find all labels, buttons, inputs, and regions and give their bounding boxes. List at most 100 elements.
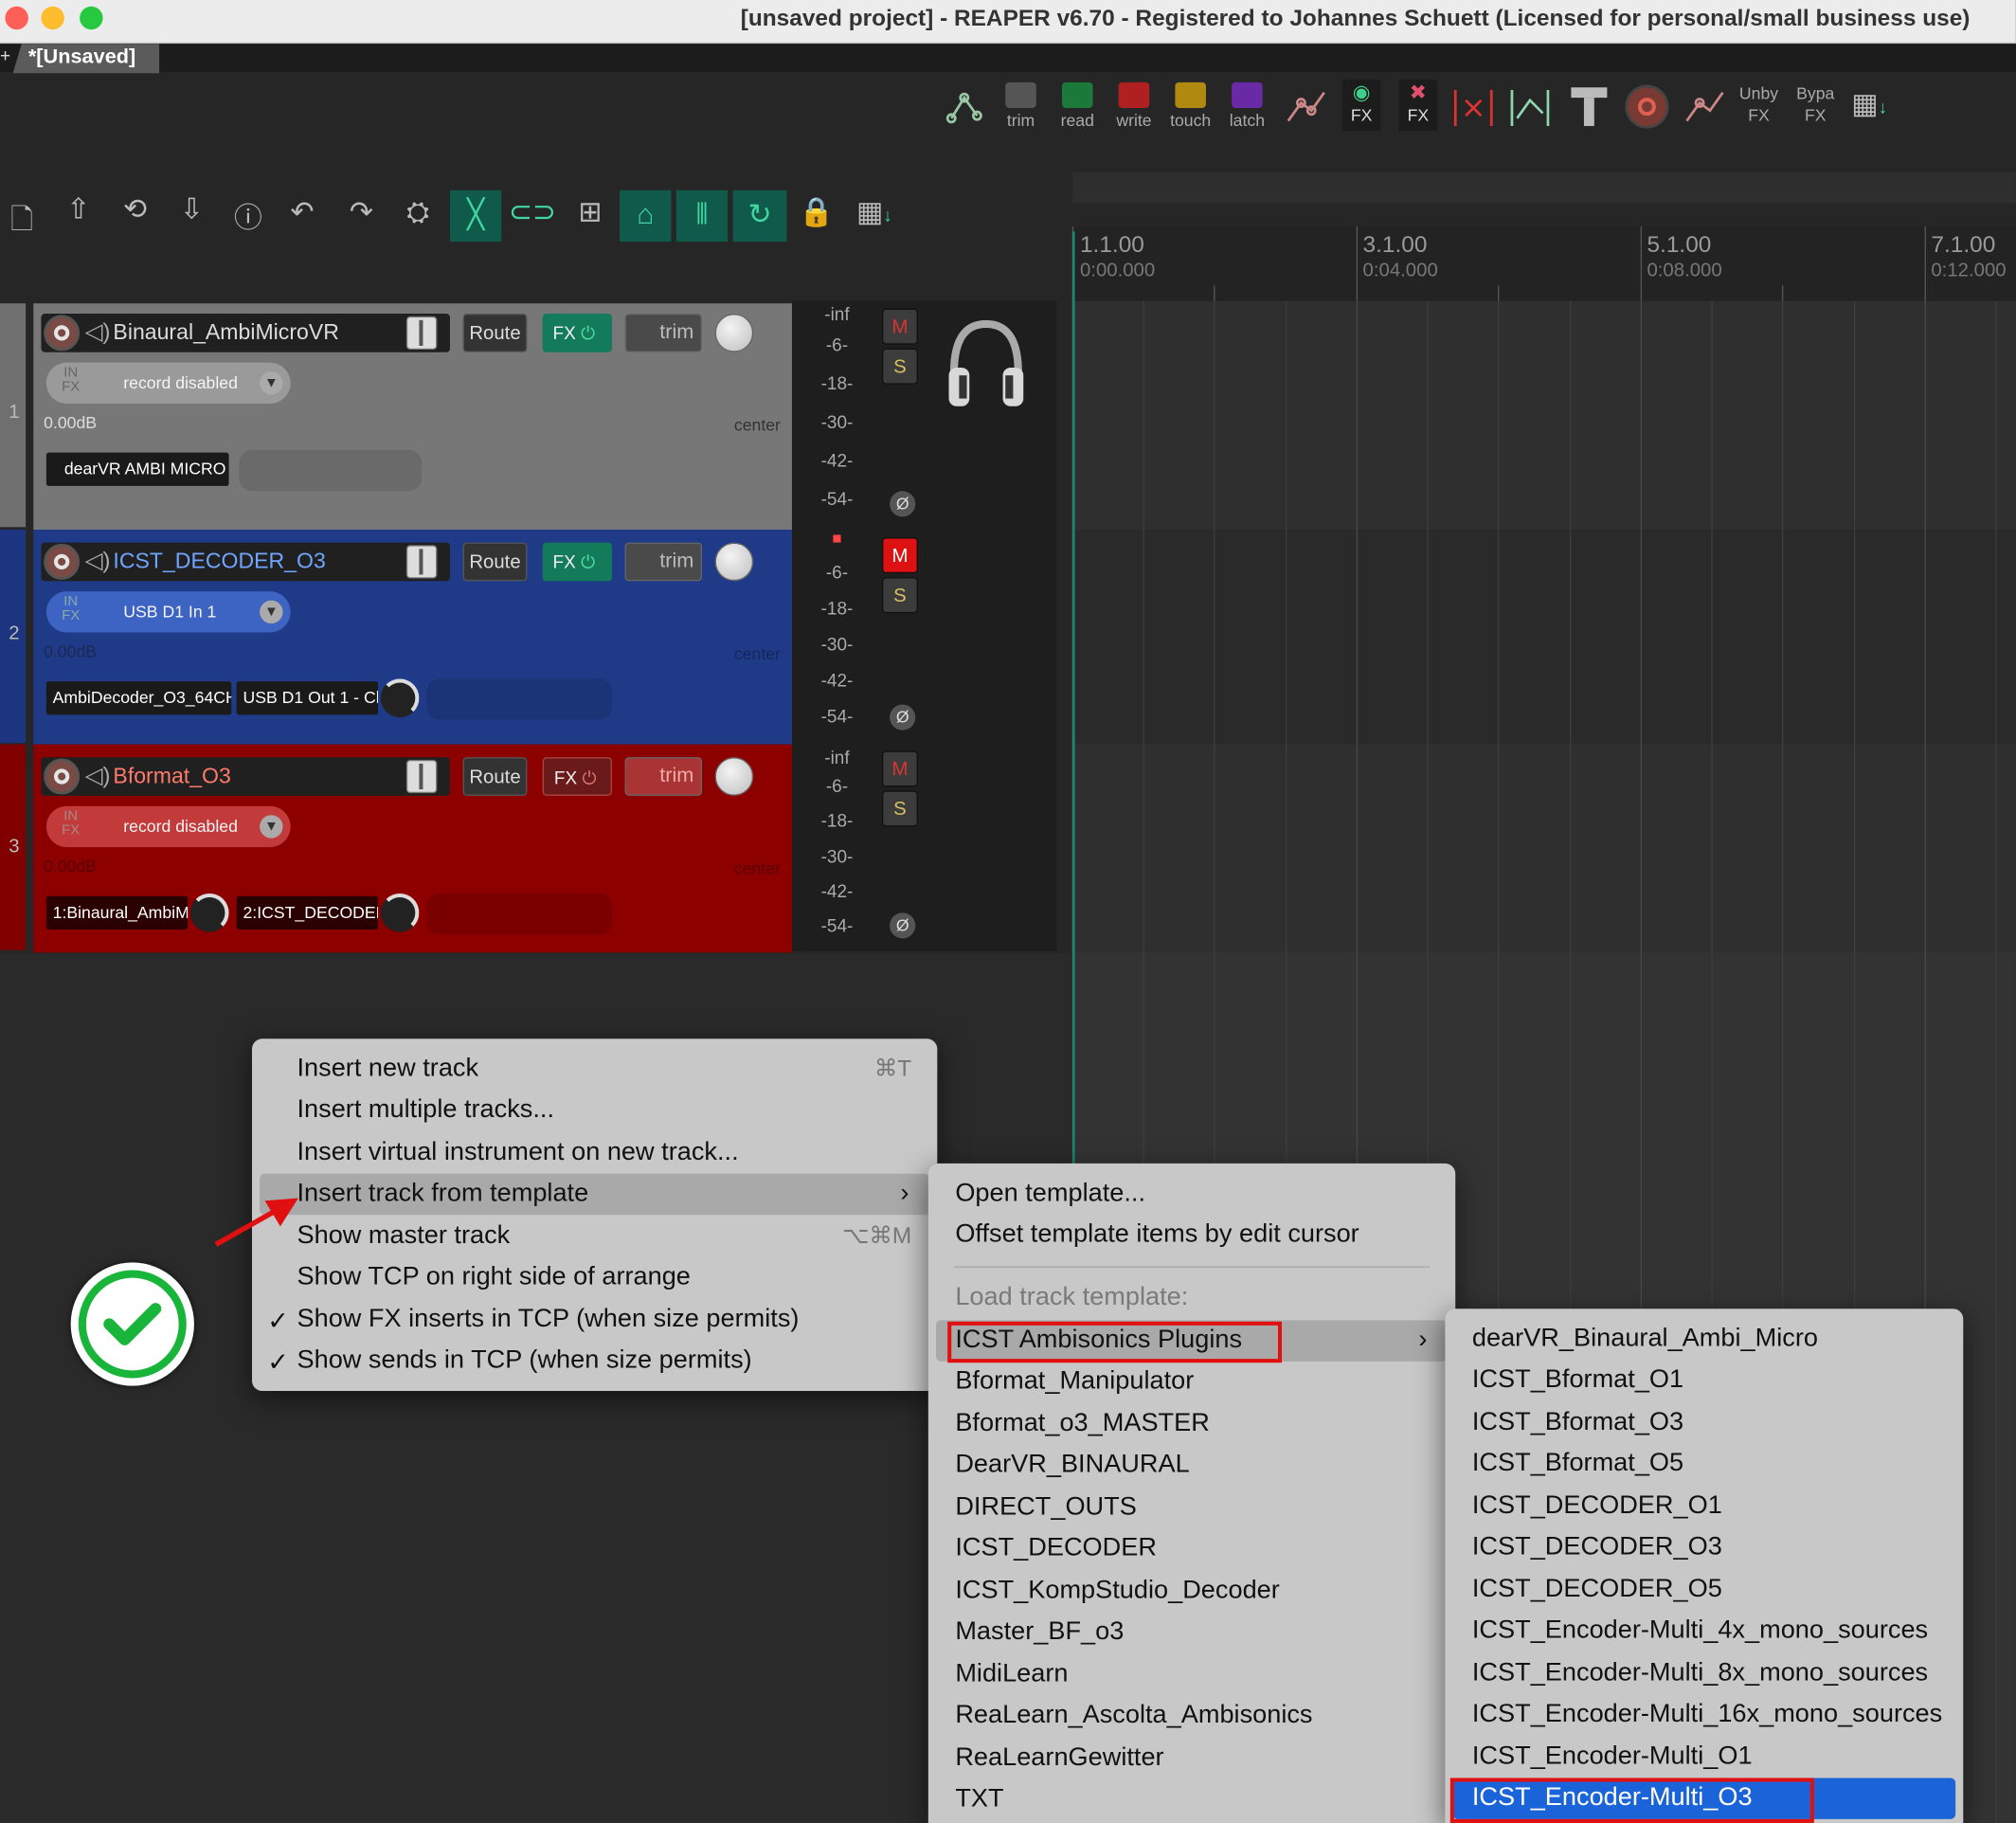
ripple-edit-icon[interactable]: ⌂ xyxy=(620,190,672,243)
send-volume-knob[interactable] xyxy=(380,893,420,932)
send-slot[interactable]: 2:ICST_DECODER xyxy=(236,895,378,930)
menu-item-template[interactable]: TXT xyxy=(928,1779,1455,1820)
menu-item-track-template[interactable]: ICST_Bformat_O1 xyxy=(1445,1360,1963,1400)
envelope-line-icon[interactable] xyxy=(1682,85,1728,132)
menu-item-template[interactable]: ReaLearnGewitter xyxy=(928,1738,1455,1778)
send-slot[interactable]: 1:Binaural_AmbiMic xyxy=(45,895,189,930)
menu-item-open-template[interactable]: Open template... xyxy=(928,1174,1455,1215)
chevron-down-icon[interactable]: ▼ xyxy=(260,600,283,624)
crossfade-icon[interactable]: ╳ xyxy=(449,190,502,243)
bypass-fx-button[interactable]: Bypa FX xyxy=(1792,82,1839,126)
grid-icon[interactable]: ⊞ xyxy=(566,195,615,228)
envelope-icon[interactable] xyxy=(941,85,987,132)
automation-trim-button[interactable]: trim xyxy=(995,81,1046,139)
menu-item-template[interactable]: DIRECT_OUTS xyxy=(928,1488,1455,1528)
volume-fader-handle[interactable] xyxy=(405,545,438,579)
toolbar-menu-icon[interactable]: ▦↓ xyxy=(849,195,900,228)
send-volume-knob[interactable] xyxy=(189,893,229,932)
menu-item-track-template[interactable]: dearVR_Binaural_Ambi_Micro xyxy=(1445,1319,1963,1360)
menu-item-track-template[interactable]: ICST_Encoder-Multi_16x_mono_sources xyxy=(1445,1694,1963,1735)
chevron-down-icon[interactable]: ▼ xyxy=(260,371,283,395)
menu-item-insert-multiple-tracks[interactable]: Insert multiple tracks... xyxy=(252,1091,937,1131)
snap-grid-icon[interactable]: ⦀ xyxy=(675,190,729,243)
zoom-window-button[interactable] xyxy=(80,6,103,30)
project-tab[interactable]: *[Unsaved] xyxy=(12,44,160,74)
clip-indicator[interactable] xyxy=(833,534,841,543)
automation-write-button[interactable]: write xyxy=(1108,81,1160,139)
menu-item-template[interactable]: ReaLearn_Ascolta_Ambisonics xyxy=(928,1696,1455,1737)
minimize-window-button[interactable] xyxy=(41,6,64,30)
input-selector[interactable]: IN FX record disabled ▼ xyxy=(45,805,291,848)
redo-icon[interactable]: ↷ xyxy=(339,195,383,228)
solo-button[interactable]: S xyxy=(881,348,918,385)
menu-item-track-template[interactable]: ICST_Encoder-Multi_8x_mono_sources xyxy=(1445,1653,1963,1694)
fx-insert-slot[interactable]: AmbiDecoder_O3_64CH xyxy=(45,681,232,715)
record-arm-button[interactable] xyxy=(44,315,81,352)
menu-item-track-template[interactable]: ICST_Encoder-Multi_O1 xyxy=(1445,1737,1963,1778)
menu-item-insert-new-track[interactable]: Insert new track ⌘T xyxy=(252,1049,937,1090)
speaker-icon[interactable]: ◁) xyxy=(85,318,111,345)
record-arm-button[interactable] xyxy=(44,758,81,795)
track-3[interactable]: Bformat_O3 ◁) Route FX ⏻ trim IN FX recor… xyxy=(33,744,792,953)
solo-button[interactable]: S xyxy=(881,577,918,614)
route-button[interactable]: Route xyxy=(462,757,528,796)
headphones-icon[interactable] xyxy=(944,316,1029,411)
show-fx-button[interactable]: ◉ FX xyxy=(1341,80,1381,132)
lock-icon[interactable]: 🔒 xyxy=(795,195,838,228)
chevron-down-icon[interactable]: ▼ xyxy=(260,815,283,839)
remove-fx-button[interactable]: ✖ FX xyxy=(1398,80,1438,132)
menu-item-template[interactable]: Bformat_o3_MASTER xyxy=(928,1404,1455,1445)
project-info-icon[interactable]: ⓘ xyxy=(226,195,270,236)
fx-insert-slot[interactable]: dearVR AMBI MICRO xyxy=(45,452,229,486)
fx-button[interactable]: FX ⏻ xyxy=(542,314,612,352)
automation-mode-button[interactable]: trim xyxy=(624,314,702,352)
menu-item-show-master-track[interactable]: Show master track ⌥⌘M xyxy=(252,1217,937,1257)
menu-item-template[interactable]: Bformat_Manipulator xyxy=(928,1362,1455,1402)
volume-fader-handle[interactable] xyxy=(405,759,438,794)
menu-item-template[interactable]: MidiLearn xyxy=(928,1654,1455,1695)
open-project-icon[interactable]: ⇧ xyxy=(57,193,100,226)
menu-item-template[interactable]: Master_BF_o3 xyxy=(928,1612,1455,1652)
record-automation-button[interactable] xyxy=(1625,84,1669,129)
solo-button[interactable]: S xyxy=(881,790,918,827)
pan-knob[interactable] xyxy=(714,542,754,582)
edit-cursor[interactable] xyxy=(1071,231,1075,1170)
send-area[interactable] xyxy=(239,449,423,492)
new-project-icon[interactable]: 🗋 xyxy=(5,198,38,247)
send-area[interactable] xyxy=(426,893,612,935)
automation-read-button[interactable]: read xyxy=(1052,81,1103,139)
menu-item-track-template[interactable]: ICST_Encoder-Multi_4x_mono_sources xyxy=(1445,1611,1963,1652)
menu-item-template[interactable]: DearVR_BINAURAL xyxy=(928,1445,1455,1486)
send-volume-knob[interactable] xyxy=(380,678,420,718)
mute-button[interactable]: M xyxy=(881,308,918,345)
automation-mode-button[interactable]: trim xyxy=(624,757,702,796)
toolbar-menu-icon[interactable]: ▦↓ xyxy=(1851,87,1887,120)
timeline-ruler[interactable]: 1.1.00 0:00.000 3.1.00 0:04.000 5.1.00 0… xyxy=(1071,226,2016,301)
unbypass-fx-button[interactable]: Unby FX xyxy=(1736,82,1782,126)
menu-item-show-fx-inserts[interactable]: ✓ Show FX inserts in TCP (when size permi… xyxy=(252,1300,937,1341)
in-fx-icon[interactable]: IN FX xyxy=(62,595,80,623)
route-button[interactable]: Route xyxy=(462,542,528,582)
record-arm-button[interactable] xyxy=(44,543,81,580)
arm-envelope-icon[interactable] xyxy=(1566,82,1612,134)
close-window-button[interactable] xyxy=(5,6,28,30)
menu-item-insert-track-from-template[interactable]: Insert track from template › xyxy=(260,1173,930,1216)
phase-invert-button[interactable]: Ø xyxy=(890,912,916,939)
automation-touch-button[interactable]: touch xyxy=(1165,81,1216,139)
phase-invert-button[interactable]: Ø xyxy=(890,491,916,517)
mute-button[interactable]: M xyxy=(881,537,918,574)
automation-mode-button[interactable]: trim xyxy=(624,542,702,582)
phase-invert-button[interactable]: Ø xyxy=(890,704,916,731)
new-tab-button[interactable]: + xyxy=(0,45,10,65)
speaker-icon[interactable]: ◁) xyxy=(85,763,111,789)
send-slot[interactable]: USB D1 Out 1 - Cha xyxy=(236,681,378,715)
menu-item-show-tcp-right[interactable]: Show TCP on right side of arrange xyxy=(252,1257,937,1298)
fx-button[interactable]: FX ⏻ xyxy=(542,542,612,582)
metronome-icon[interactable]: ⛭ xyxy=(396,195,440,228)
mute-button[interactable]: M xyxy=(881,750,918,787)
menu-item-template[interactable]: ICST_DECODER xyxy=(928,1528,1455,1569)
menu-item-track-template[interactable]: ICST_DECODER_O3 xyxy=(1445,1527,1963,1568)
envelope-bracket-icon[interactable] xyxy=(1507,85,1554,132)
input-selector[interactable]: IN FX USB D1 In 1 ▼ xyxy=(45,591,291,633)
route-button[interactable]: Route xyxy=(462,314,528,352)
